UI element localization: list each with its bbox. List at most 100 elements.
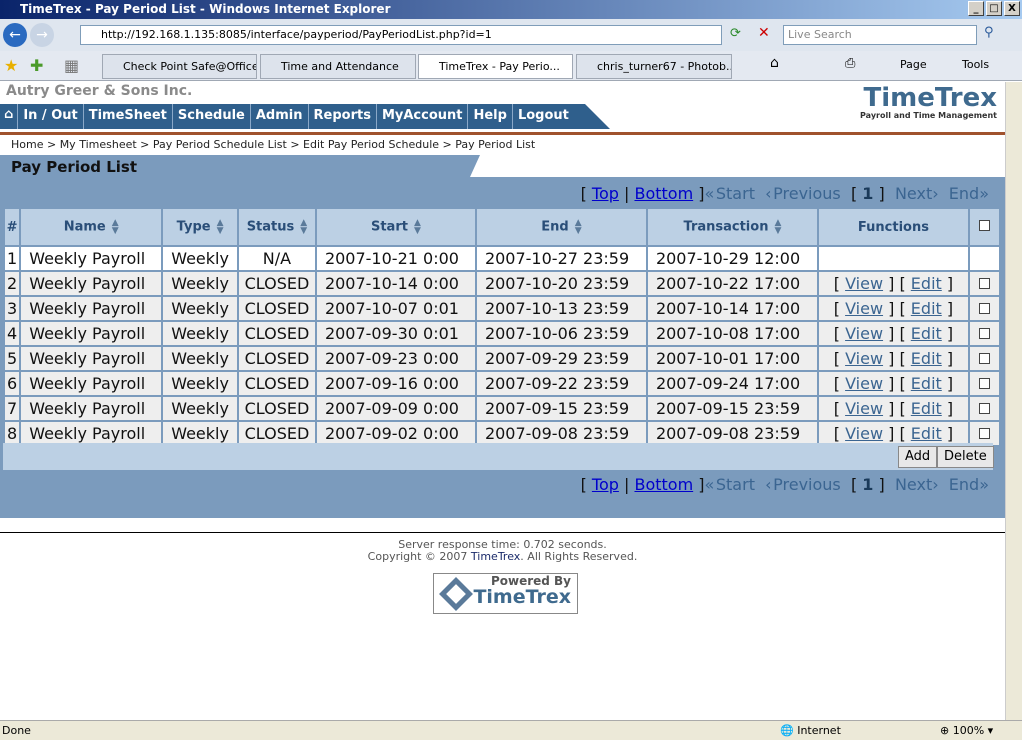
delete-button[interactable]: Delete (937, 446, 994, 468)
maximize-button[interactable]: □ (986, 1, 1002, 16)
home-icon[interactable]: ⌂ (0, 104, 19, 129)
view-link[interactable]: View (845, 324, 883, 343)
cell-start: 2007-10-14 0:00 (314, 270, 477, 297)
table-row: 5 Weekly Payroll Weekly CLOSED 2007-09-23 0:… (2, 345, 1001, 372)
edit-link[interactable]: Edit (911, 424, 942, 443)
top-link[interactable]: Top (592, 475, 619, 494)
cell-name: Weekly Payroll (19, 370, 164, 397)
column-header-transaction[interactable]: Transaction ▲ ▼ (645, 207, 819, 247)
stop-icon[interactable]: ✕ (758, 25, 770, 41)
nav-reports[interactable]: Reports (309, 104, 377, 129)
nav-myaccount[interactable]: MyAccount (377, 104, 469, 129)
sort-icon[interactable]: ▲ ▼ (414, 219, 421, 236)
cell-functions: [ View ] [ Edit ] (816, 395, 970, 422)
end-link: End (948, 475, 980, 494)
table-row: 2 Weekly Payroll Weekly CLOSED 2007-10-14 0:… (2, 270, 1001, 297)
print-icon[interactable]: ⎙ (845, 56, 855, 71)
sort-icon[interactable]: ▲ ▼ (774, 219, 781, 236)
breadcrumb[interactable]: Home > My Timesheet > Pay Period Schedul… (11, 138, 535, 151)
add-favorite-icon[interactable]: ✚ (30, 56, 43, 75)
row-checkbox[interactable] (978, 278, 990, 289)
back-button[interactable]: ← (3, 23, 27, 47)
column-header-status[interactable]: Status ▲ ▼ (236, 207, 317, 247)
sort-icon[interactable]: ▲ ▼ (217, 219, 224, 236)
row-checkbox[interactable] (978, 378, 990, 389)
row-checkbox[interactable] (978, 328, 990, 339)
bottom-link[interactable]: Bottom (634, 475, 693, 494)
top-link[interactable]: Top (592, 184, 619, 203)
sort-icon[interactable]: ▲ ▼ (575, 219, 582, 236)
edit-link[interactable]: Edit (911, 349, 942, 368)
edit-link[interactable]: Edit (911, 299, 942, 318)
page-menu[interactable]: Page (900, 58, 927, 71)
cell-name: Weekly Payroll (19, 345, 164, 372)
view-link[interactable]: View (845, 349, 883, 368)
pay-period-panel: Pay Period List [ Top | Bottom ]« Start … (0, 155, 1005, 518)
edit-link[interactable]: Edit (911, 399, 942, 418)
column-header-number: # (2, 207, 22, 247)
row-checkbox[interactable] (978, 428, 990, 439)
tab-timetrex[interactable]: TimeTrex - Pay Perio... (418, 54, 573, 79)
edit-link[interactable]: Edit (911, 374, 942, 393)
search-input[interactable]: Live Search (783, 25, 977, 45)
row-checkbox[interactable] (978, 303, 990, 314)
row-checkbox[interactable] (978, 353, 990, 364)
cell-select (967, 320, 1001, 347)
address-input[interactable]: http://192.168.1.135:8085/interface/payp… (80, 25, 722, 45)
cell-number: 2 (2, 270, 22, 297)
close-button[interactable]: X (1004, 1, 1020, 16)
home-icon[interactable]: ⌂ (770, 55, 779, 71)
cell-name: Weekly Payroll (19, 245, 164, 272)
sort-icon[interactable]: ▲ ▼ (112, 219, 119, 236)
column-header-name[interactable]: Name ▲ ▼ (19, 207, 164, 247)
header-divider (0, 132, 1005, 135)
edit-link[interactable]: Edit (911, 274, 942, 293)
cell-number: 4 (2, 320, 22, 347)
edit-link[interactable]: Edit (911, 324, 942, 343)
nav-timesheet[interactable]: TimeSheet (84, 104, 173, 129)
select-all-checkbox[interactable] (978, 219, 990, 231)
row-checkbox[interactable] (978, 403, 990, 414)
nav-logout[interactable]: Logout (513, 104, 574, 129)
nav-help[interactable]: Help (468, 104, 513, 129)
tools-menu[interactable]: Tools (962, 58, 989, 71)
column-header-end[interactable]: End ▲ ▼ (474, 207, 648, 247)
tab-photobucket[interactable]: chris_turner67 - Photob... (576, 54, 732, 79)
nav-in-out[interactable]: In / Out (18, 104, 84, 129)
table-row: 1 Weekly Payroll Weekly N/A 2007-10-21 0:00 2… (2, 245, 1001, 272)
minimize-button[interactable]: _ (968, 1, 984, 16)
nav-schedule[interactable]: Schedule (173, 104, 251, 129)
copyright-brand-link[interactable]: TimeTrex (471, 550, 520, 563)
cell-end: 2007-10-20 23:59 (474, 270, 648, 297)
view-link[interactable]: View (845, 274, 883, 293)
favorites-star-icon[interactable]: ★ (4, 56, 18, 75)
forward-button[interactable]: → (30, 23, 54, 47)
search-icon[interactable]: ⚲ (984, 25, 994, 40)
sort-icon[interactable]: ▲ ▼ (300, 219, 307, 236)
cell-end: 2007-10-13 23:59 (474, 295, 648, 322)
footer-divider (0, 532, 1005, 533)
view-link[interactable]: View (845, 374, 883, 393)
quick-tabs-icon[interactable]: ▦ (64, 56, 79, 75)
view-link[interactable]: View (845, 424, 883, 443)
tab-time-attendance[interactable]: Time and Attendance (260, 54, 416, 79)
column-header-type[interactable]: Type ▲ ▼ (161, 207, 239, 247)
column-header-start[interactable]: Start ▲ ▼ (314, 207, 477, 247)
status-text: Done (2, 724, 31, 737)
current-page: 1 (862, 475, 874, 494)
nav-admin[interactable]: Admin (251, 104, 309, 129)
bottom-link[interactable]: Bottom (634, 184, 693, 203)
view-link[interactable]: View (845, 299, 883, 318)
internet-zone: 🌐 Internet (780, 724, 841, 737)
cell-end: 2007-09-22 23:59 (474, 370, 648, 397)
add-button[interactable]: Add (898, 446, 938, 468)
zoom-level[interactable]: ⊕ 100% ▾ (940, 724, 993, 737)
page-content: Autry Greer & Sons Inc. ⌂ In / Out TimeS… (0, 82, 1005, 720)
view-link[interactable]: View (845, 399, 883, 418)
powered-by-logo[interactable]: Powered By TimeTrex (433, 573, 578, 614)
refresh-icon[interactable]: ⟳ (730, 26, 741, 41)
cell-status: CLOSED (236, 270, 317, 297)
tab-checkpoint[interactable]: Check Point Safe@Office (102, 54, 257, 79)
vertical-scrollbar[interactable] (1005, 82, 1022, 720)
window-title-text: TimeTrex - Pay Period List - Windows Int… (20, 2, 391, 16)
